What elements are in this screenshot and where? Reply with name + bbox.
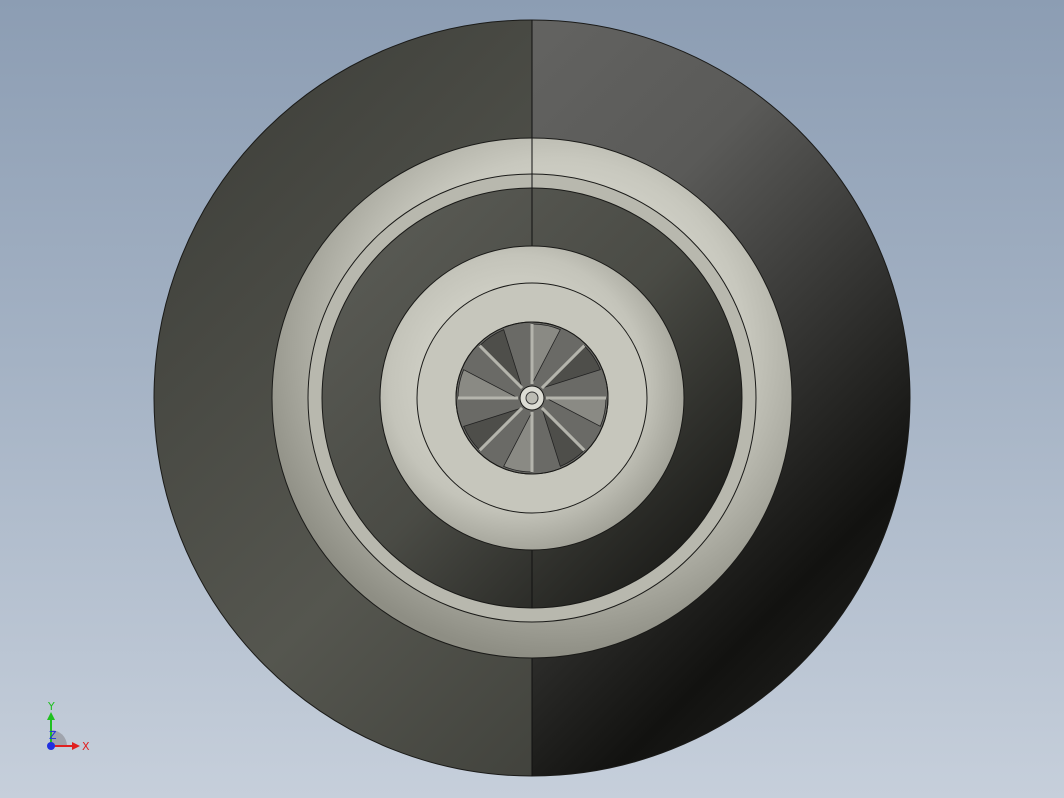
orientation-triad: Y X Z <box>36 696 106 758</box>
y-axis-arrowhead <box>47 712 55 720</box>
x-axis-arrowhead <box>72 742 80 750</box>
center-pin <box>519 385 545 411</box>
x-axis-label: X <box>82 740 90 753</box>
3d-viewport[interactable]: Y X Z <box>0 0 1064 798</box>
z-axis-dot <box>47 742 55 750</box>
wheel-model[interactable] <box>0 0 1064 798</box>
z-axis-label: Z <box>49 729 57 742</box>
y-axis-label: Y <box>47 700 55 713</box>
